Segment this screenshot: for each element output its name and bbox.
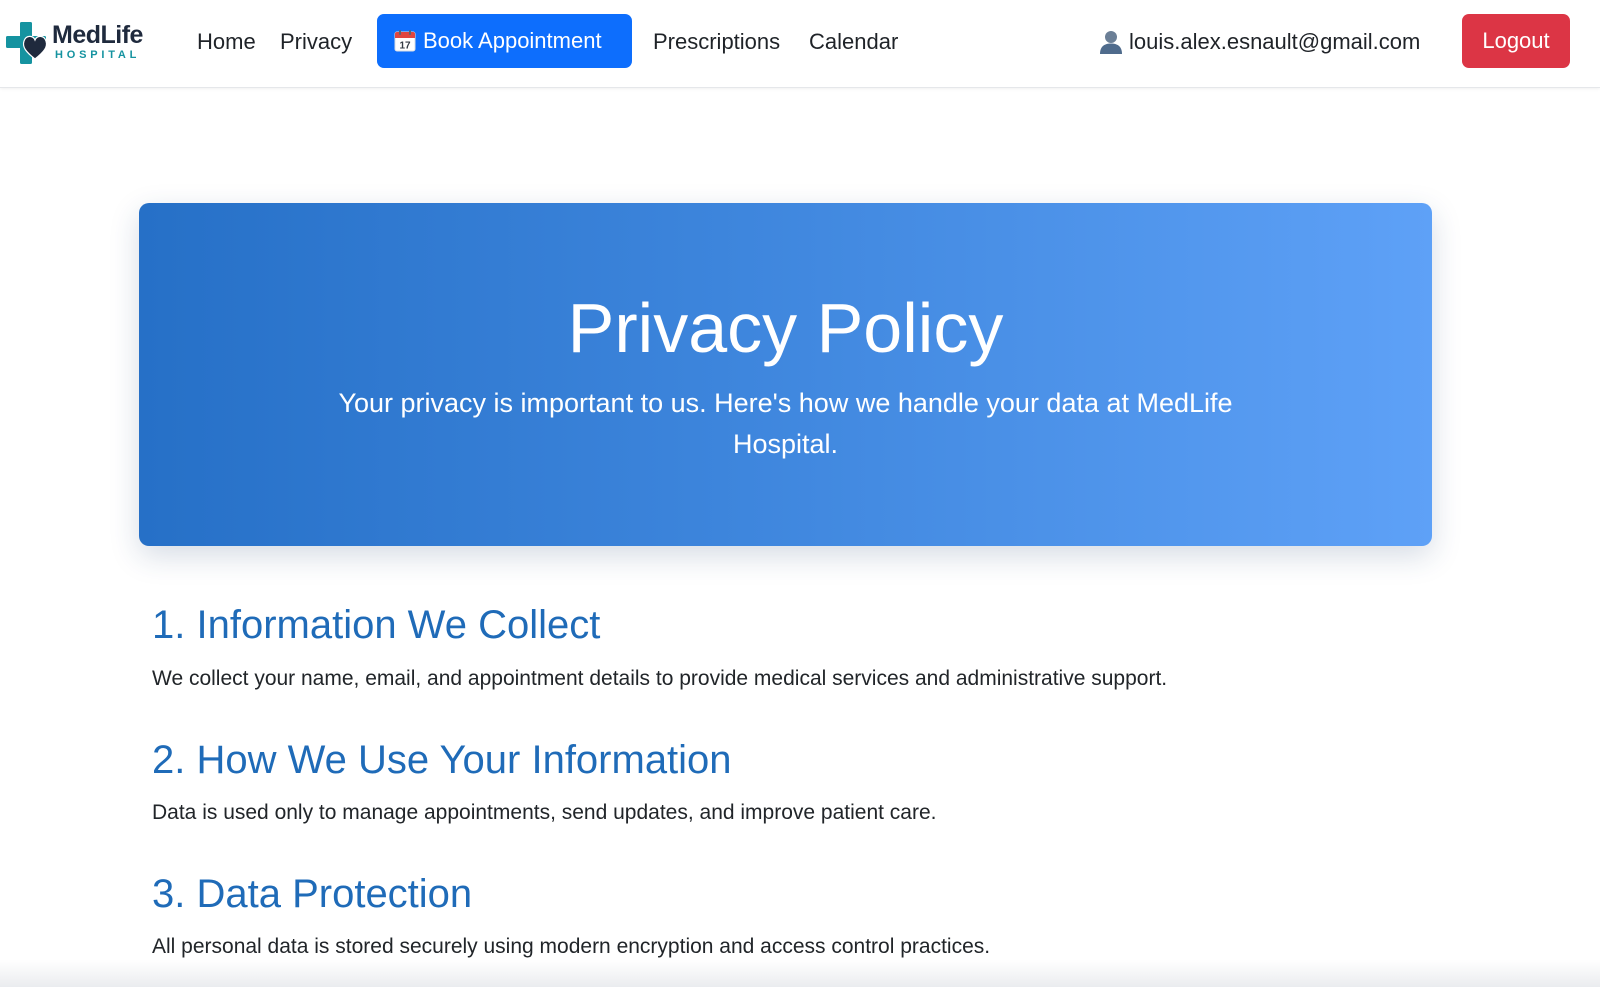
section-body-information-we-collect: We collect your name, email, and appoint… (152, 667, 1168, 690)
user-email: louis.alex.esnault@gmail.com (1129, 29, 1421, 54)
nav-home-link[interactable]: Home (197, 27, 256, 57)
logout-button[interactable]: Logout (1462, 14, 1570, 68)
nav-privacy-link[interactable]: Privacy (280, 27, 352, 57)
privacy-hero-banner: Privacy Policy Your privacy is important… (139, 203, 1432, 546)
book-appointment-label: Book Appointment (423, 28, 602, 53)
medical-cross-heart-icon (6, 22, 48, 64)
brand-subtitle: HOSPITAL (55, 49, 141, 61)
section-body-data-protection: All personal data is stored securely usi… (152, 935, 991, 958)
hero-subtitle: Your privacy is important to us. Here's … (338, 388, 1233, 459)
brand-logo-link[interactable]: MedLife HOSPITAL (6, 20, 156, 64)
section-heading-how-we-use: 2. How We Use Your Information (152, 738, 732, 782)
page-title: Privacy Policy (567, 289, 1004, 367)
nav-calendar-link[interactable]: Calendar (809, 27, 898, 57)
top-navbar: MedLife HOSPITAL Home Privacy 17 Book Ap… (0, 0, 1600, 88)
section-body-how-we-use: Data is used only to manage appointments… (152, 801, 937, 824)
section-heading-information-we-collect: 1. Information We Collect (152, 603, 601, 647)
svg-text:17: 17 (399, 41, 411, 52)
nav-prescriptions-link[interactable]: Prescriptions (653, 27, 780, 57)
user-icon (1100, 31, 1122, 54)
bottom-edge-shadow (0, 960, 1600, 987)
brand-name: MedLife (52, 21, 143, 49)
book-appointment-button[interactable]: 17 Book Appointment (377, 14, 632, 68)
section-heading-data-protection: 3. Data Protection (152, 872, 473, 916)
calendar-icon: 17 (394, 30, 416, 52)
